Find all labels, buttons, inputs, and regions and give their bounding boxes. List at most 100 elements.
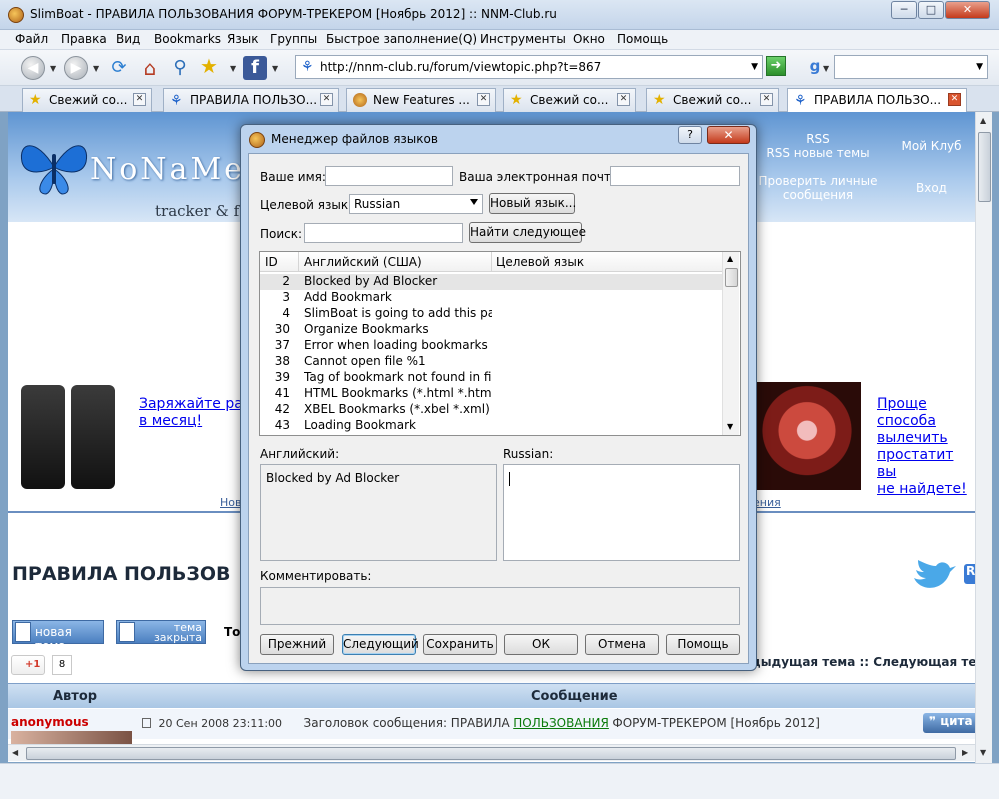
- close-window-button[interactable]: ✕: [945, 1, 990, 19]
- post-author[interactable]: anonymous: [11, 715, 89, 729]
- ok-button[interactable]: ОК: [504, 634, 578, 655]
- tab-close-icon[interactable]: ✕: [948, 93, 961, 106]
- menu-language[interactable]: Язык: [227, 32, 258, 46]
- rss-link[interactable]: RSS RSS новые темы: [753, 132, 883, 160]
- ad-left-link[interactable]: Заряжайте раз в месяц!: [139, 396, 250, 430]
- tab-close-icon[interactable]: ✕: [617, 93, 630, 106]
- my-club-link[interactable]: Мой Клуб: [888, 139, 975, 153]
- login-link[interactable]: Вход: [888, 181, 975, 195]
- menu-window[interactable]: Окно: [573, 32, 605, 46]
- go-arrow-icon[interactable]: ➜: [766, 56, 786, 76]
- news-link[interactable]: Нов: [220, 496, 241, 509]
- list-item[interactable]: 30 Organize Bookmarks: [260, 322, 722, 338]
- facebook-dropdown-icon[interactable]: ▼: [272, 64, 278, 73]
- tab-6-active[interactable]: ⚘ ПРАВИЛА ПОЛЬЗО... ✕: [787, 88, 967, 113]
- menu-quick-fill[interactable]: Быстрое заполнение(Q): [326, 32, 477, 46]
- menu-file[interactable]: Файл: [15, 32, 48, 46]
- forward-arrow-icon[interactable]: ▶: [64, 56, 88, 80]
- list-item[interactable]: 43 Loading Bookmark: [260, 418, 722, 434]
- check-messages-link[interactable]: Проверить личные сообщения: [753, 174, 883, 202]
- russian-text-field[interactable]: [503, 464, 740, 561]
- vertical-scrollbar[interactable]: ▲ ▼: [975, 112, 992, 763]
- tab-2[interactable]: ⚘ ПРАВИЛА ПОЛЬЗО... ✕: [163, 88, 339, 112]
- save-button[interactable]: Сохранить: [423, 634, 497, 655]
- cancel-button[interactable]: Отмена: [585, 634, 659, 655]
- search-engine-dropdown-icon[interactable]: ▼: [823, 64, 829, 73]
- bookmark-star-icon[interactable]: ★: [200, 56, 218, 76]
- help-button[interactable]: Помощь: [666, 634, 740, 655]
- scroll-left-icon[interactable]: ◀: [12, 748, 18, 757]
- topic-closed-button[interactable]: тема закрыта: [116, 620, 206, 644]
- tab-close-icon[interactable]: ✕: [133, 93, 146, 106]
- prev-next-topic-links[interactable]: дыдущая тема :: Следующая те: [751, 655, 975, 669]
- bookmark-dropdown-icon[interactable]: ▼: [230, 64, 236, 73]
- list-item[interactable]: 3 Add Bookmark: [260, 290, 722, 306]
- reload-icon[interactable]: ⟳: [108, 57, 130, 79]
- rules-link[interactable]: ения: [753, 496, 781, 509]
- tab-3[interactable]: New Features ... ✕: [346, 88, 496, 112]
- email-field[interactable]: [610, 166, 740, 186]
- english-column-header[interactable]: Английский (США): [304, 255, 422, 269]
- google-icon[interactable]: g: [805, 57, 825, 77]
- scroll-thumb[interactable]: [26, 747, 956, 760]
- list-item[interactable]: 41 HTML Bookmarks (*.html *.htm): [260, 386, 722, 402]
- home-icon[interactable]: ⌂: [138, 56, 162, 80]
- menu-groups[interactable]: Группы: [270, 32, 317, 46]
- quote-button[interactable]: ❞ цита: [923, 713, 975, 733]
- id-column-header[interactable]: ID: [265, 255, 278, 269]
- new-language-button[interactable]: Новый язык...: [489, 193, 576, 214]
- scroll-down-icon[interactable]: ▼: [980, 748, 986, 757]
- menu-bookmarks[interactable]: Bookmarks: [154, 32, 221, 46]
- target-column-header[interactable]: Целевой язык: [496, 255, 584, 269]
- dialog-help-button[interactable]: ?: [678, 126, 702, 144]
- tab-5[interactable]: ★ Свежий со... ✕: [646, 88, 779, 112]
- next-button[interactable]: Следующий: [342, 634, 419, 655]
- list-item[interactable]: 2 Blocked by Ad Blocker: [260, 274, 722, 290]
- search-icon[interactable]: ⚲: [168, 56, 192, 80]
- dialog-close-button[interactable]: ✕: [707, 126, 750, 144]
- ad-right-link[interactable]: Проще способа вылечить простатит вы не н…: [877, 396, 975, 498]
- list-item[interactable]: 42 XBEL Bookmarks (*.xbel *.xml): [260, 402, 722, 418]
- target-language-select[interactable]: Russian: [349, 194, 483, 214]
- tab-close-icon[interactable]: ✕: [320, 93, 333, 106]
- search-box[interactable]: ▼: [834, 55, 988, 79]
- list-item[interactable]: 37 Error when loading bookmarks ...: [260, 338, 722, 354]
- scroll-thumb[interactable]: [978, 132, 991, 202]
- scroll-up-icon[interactable]: ▲: [727, 254, 733, 263]
- menu-view[interactable]: Вид: [116, 32, 140, 46]
- back-dropdown-icon[interactable]: ▼: [50, 64, 56, 73]
- menu-edit[interactable]: Правка: [61, 32, 107, 46]
- phone-ad-image[interactable]: [11, 382, 123, 492]
- list-item[interactable]: 39 Tag of bookmark not found in fi...: [260, 370, 722, 386]
- new-topic-button[interactable]: новая тема: [12, 620, 104, 653]
- tab-1[interactable]: ★ Свежий со... ✕: [22, 88, 152, 112]
- post-subject-link[interactable]: ПОЛЬЗОВАНИЯ: [513, 716, 609, 730]
- list-item[interactable]: 4 SlimBoat is going to add this pa...: [260, 306, 722, 322]
- search-dropdown-icon[interactable]: ▼: [976, 62, 983, 72]
- address-bar[interactable]: ⚘ http://nnm-club.ru/forum/viewtopic.php…: [295, 55, 763, 79]
- previous-button[interactable]: Прежний: [260, 634, 334, 655]
- scroll-right-icon[interactable]: ▶: [962, 748, 968, 757]
- twitter-bird-icon[interactable]: [910, 558, 958, 594]
- flower-ad-image[interactable]: [753, 382, 861, 490]
- scroll-up-icon[interactable]: ▲: [980, 116, 986, 125]
- name-field[interactable]: [325, 166, 453, 186]
- search-field[interactable]: [304, 223, 463, 243]
- scroll-thumb[interactable]: [725, 268, 738, 287]
- tab-4[interactable]: ★ Свежий со... ✕: [503, 88, 636, 112]
- comment-field[interactable]: [260, 587, 740, 625]
- horizontal-scrollbar[interactable]: ◀ ▶: [8, 744, 975, 761]
- address-dropdown-icon[interactable]: ▼: [751, 62, 758, 72]
- minimize-button[interactable]: ─: [891, 1, 917, 19]
- menu-help[interactable]: Помощь: [617, 32, 668, 46]
- scroll-down-icon[interactable]: ▼: [727, 422, 733, 431]
- tab-close-icon[interactable]: ✕: [477, 93, 490, 106]
- facebook-icon[interactable]: f: [243, 56, 267, 80]
- social-icon[interactable]: R: [964, 564, 975, 584]
- find-next-button[interactable]: Найти следующее: [469, 222, 586, 243]
- menu-tools[interactable]: Инструменты: [480, 32, 566, 46]
- google-plus-button[interactable]: +1: [11, 655, 45, 675]
- list-item[interactable]: 38 Cannot open file %1: [260, 354, 722, 370]
- tab-close-icon[interactable]: ✕: [760, 93, 773, 106]
- strings-list[interactable]: ID Английский (США) Целевой язык 2 Blocke…: [259, 251, 741, 436]
